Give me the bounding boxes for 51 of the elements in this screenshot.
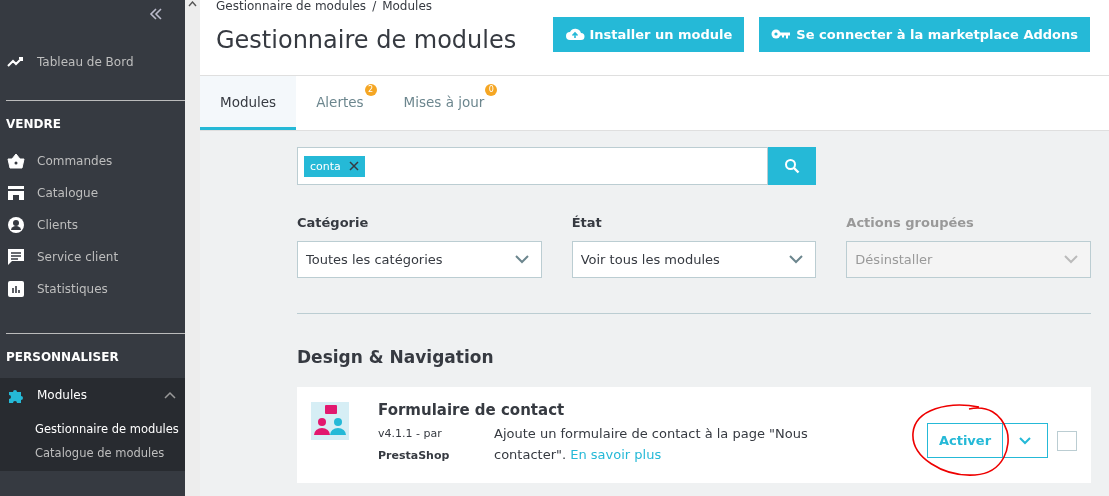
nav-link[interactable]: Commandes xyxy=(37,154,178,168)
module-author: PrestaShop xyxy=(378,448,451,464)
count-badge: 0 xyxy=(485,84,498,96)
close-icon[interactable] xyxy=(348,161,359,171)
nav-link[interactable]: Service client xyxy=(37,250,178,264)
user-icon xyxy=(7,216,25,234)
search-tag: conta xyxy=(304,155,365,177)
tab[interactable]: Modules xyxy=(200,76,297,130)
store-icon xyxy=(7,185,25,201)
submenu-link[interactable]: Gestionnaire de modules xyxy=(35,417,185,441)
chevron-down-icon xyxy=(1019,436,1031,445)
nav-link[interactable]: Clients xyxy=(37,218,178,232)
module-version: v4.1.1 - par xyxy=(378,426,443,442)
chart-icon xyxy=(7,281,25,297)
checkbox[interactable] xyxy=(1057,430,1077,451)
trend-icon xyxy=(7,56,25,68)
chevron-down-icon xyxy=(789,255,804,264)
basket-icon xyxy=(7,153,25,169)
dropdown-toggle[interactable] xyxy=(1003,423,1048,458)
nav-link[interactable]: Statistiques xyxy=(37,282,178,296)
scroll-up-icon[interactable] xyxy=(188,1,197,7)
nav-link[interactable]: Tableau de Bord xyxy=(37,55,134,69)
scrollbar[interactable] xyxy=(185,0,200,496)
chat-icon xyxy=(7,248,25,266)
section-heading: VENDRE xyxy=(5,116,62,133)
count-badge: 2 xyxy=(364,84,377,96)
dropdown[interactable]: Voir tous les modules xyxy=(571,241,817,278)
key-icon xyxy=(771,28,792,40)
module-description: Ajoute un formulaire de contact à la page "Nous contacter". En savoir plus xyxy=(494,425,809,464)
cloud-upload-icon xyxy=(564,27,585,41)
contact-people-icon xyxy=(311,402,349,440)
nav-link[interactable]: Catalogue xyxy=(37,186,178,200)
filter-label: Actions groupées xyxy=(846,215,975,230)
section-heading: PERSONNALISER xyxy=(5,349,120,366)
chevron-down-icon xyxy=(514,255,529,264)
search-icon xyxy=(784,158,800,174)
dropdown[interactable]: Toutes les catégories xyxy=(297,241,542,278)
breadcrumb-separator: / xyxy=(372,0,377,14)
tab[interactable]: Mises à jour 0 xyxy=(383,76,505,130)
chevron-down-icon xyxy=(1064,255,1078,264)
chevron-up-icon[interactable] xyxy=(164,390,176,399)
filter-label: État xyxy=(571,215,603,230)
submenu-link[interactable]: Catalogue de modules xyxy=(35,441,185,465)
collapse-icon[interactable] xyxy=(149,8,163,20)
page-title: Gestionnaire de modules xyxy=(216,25,517,54)
module-name: Formulaire de contact xyxy=(378,401,566,419)
filter-label: Catégorie xyxy=(297,215,370,230)
tab[interactable]: Alertes 2 xyxy=(296,76,384,130)
section-title: Design & Navigation xyxy=(297,347,495,367)
breadcrumb-link[interactable]: Modules xyxy=(382,0,433,14)
breadcrumb-link[interactable]: Gestionnaire de modules xyxy=(216,0,367,14)
